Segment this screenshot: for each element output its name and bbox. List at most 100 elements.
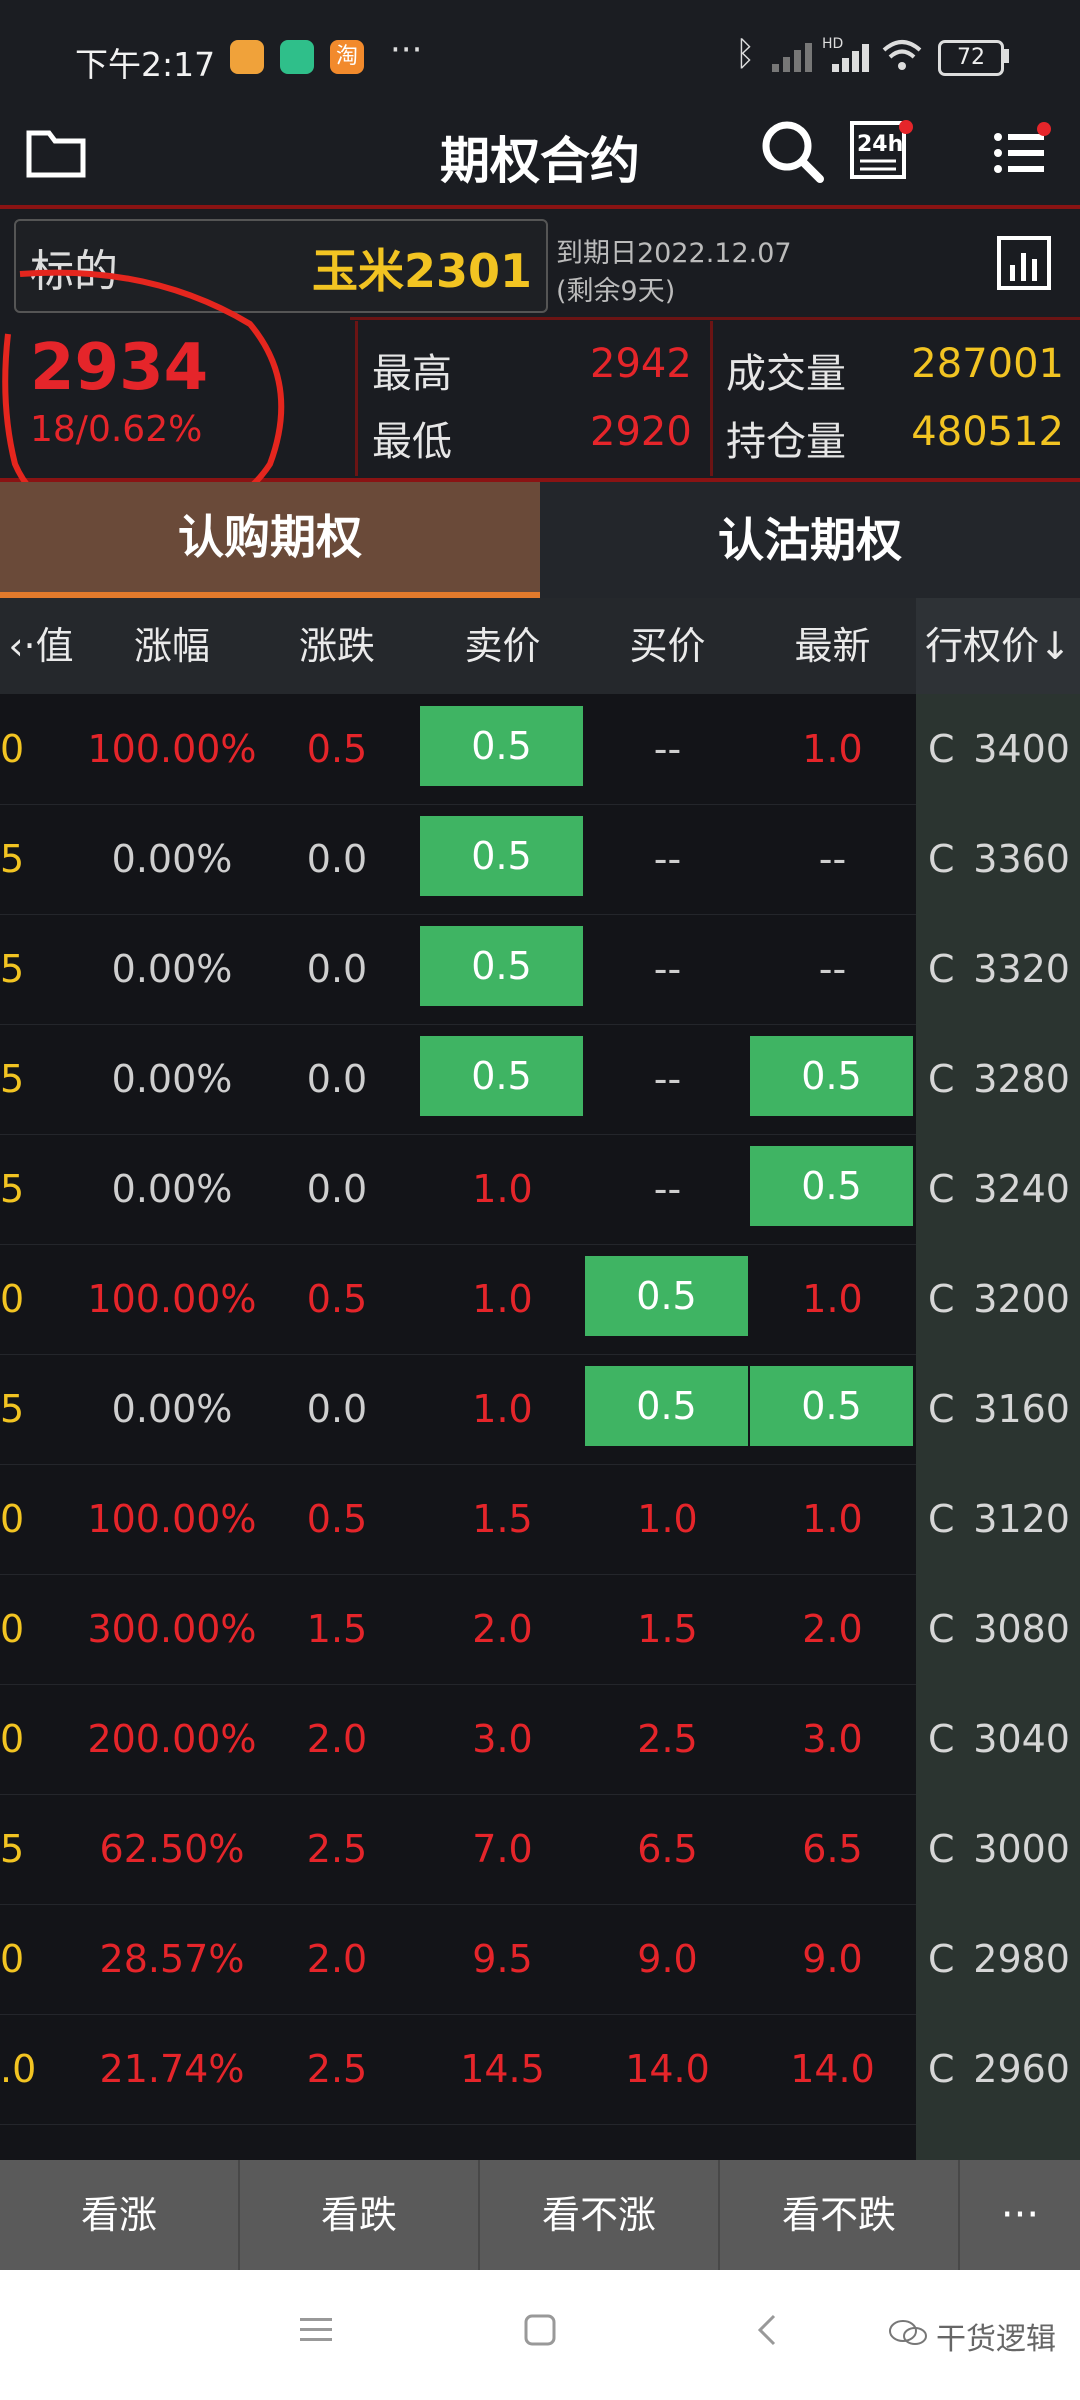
- bid-price-cell[interactable]: 0.5: [585, 1366, 748, 1446]
- bid-price-cell[interactable]: --: [585, 1134, 750, 1244]
- change-cell: 0.0: [306, 1387, 368, 1431]
- ask-price-cell[interactable]: 0.5: [420, 1036, 583, 1116]
- underlying-contract: 玉米2301: [311, 244, 532, 298]
- column-header-last[interactable]: 最新: [750, 598, 915, 694]
- last-price-cell[interactable]: 3.0: [750, 1684, 915, 1794]
- strike-price-cell[interactable]: C 3360: [916, 804, 1080, 914]
- ask-price-cell[interactable]: 0.5: [420, 926, 583, 1006]
- menu-list-icon[interactable]: [990, 121, 1054, 183]
- strike-price-cell[interactable]: C 3040: [916, 1684, 1080, 1794]
- column-header-bid[interactable]: 买价: [585, 598, 750, 694]
- search-icon[interactable]: [760, 119, 826, 185]
- table-row[interactable]: 5 0.00% 0.0 0.5 -- 0.5 C 3280: [0, 1024, 1080, 1135]
- strike-price-cell[interactable]: C 2980: [916, 1904, 1080, 2014]
- last-price-cell[interactable]: 6.5: [750, 1794, 915, 1904]
- not-rising-button[interactable]: 看不涨: [480, 2160, 720, 2270]
- strike-price-cell[interactable]: C 3000: [916, 1794, 1080, 1904]
- table-row[interactable]: 0 28.57% 2.0 9.5 9.0 9.0 C 2980: [0, 1904, 1080, 2015]
- last-price-cell[interactable]: --: [750, 914, 915, 1024]
- last-price-cell[interactable]: 2.0: [750, 1574, 915, 1684]
- strike-price-cell[interactable]: C 2960: [916, 2014, 1080, 2124]
- bid-price-cell[interactable]: 1.0: [585, 1464, 750, 1574]
- table-row[interactable]: .0 21.74% 2.5 14.5 14.0 14.0 C 2960: [0, 2014, 1080, 2125]
- column-header-change[interactable]: 涨跌: [262, 598, 412, 694]
- column-header-ask[interactable]: 卖价: [420, 598, 585, 694]
- column-header-value[interactable]: ‹·值: [0, 598, 82, 694]
- table-row[interactable]: 0 100.00% 0.5 1.5 1.0 1.0 C 3120: [0, 1464, 1080, 1575]
- strike-price-cell[interactable]: C 3240: [916, 1134, 1080, 1244]
- bid-price-cell[interactable]: --: [585, 694, 750, 804]
- strike-price-cell[interactable]: C 3160: [916, 1354, 1080, 1464]
- ask-price-cell[interactable]: 7.0: [420, 1794, 585, 1904]
- table-row[interactable]: 5 62.50% 2.5 7.0 6.5 6.5 C 3000: [0, 1794, 1080, 1905]
- more-icon[interactable]: ···: [960, 2160, 1080, 2270]
- back-icon[interactable]: [752, 2312, 782, 2348]
- tab-put-options[interactable]: 认沽期权: [540, 482, 1080, 598]
- watermark-text: 干货逻辑: [936, 2322, 1056, 2357]
- last-price-cell[interactable]: 9.0: [750, 1904, 915, 2014]
- last-price-cell[interactable]: 14.0: [750, 2014, 915, 2124]
- option-type-label: C: [928, 727, 955, 771]
- table-row[interactable]: 5 0.00% 0.0 1.0 0.5 0.5 C 3160: [0, 1354, 1080, 1465]
- shield-app-icon: [280, 40, 314, 74]
- bid-price-cell[interactable]: --: [585, 914, 750, 1024]
- table-row[interactable]: 0 100.00% 0.5 1.0 0.5 1.0 C 3200: [0, 1244, 1080, 1355]
- chart-icon[interactable]: [996, 235, 1052, 291]
- truncated-value-cell: 5: [0, 837, 25, 881]
- bid-price-cell[interactable]: --: [585, 804, 750, 914]
- strike-price-cell[interactable]: C 3080: [916, 1574, 1080, 1684]
- bid-price-cell[interactable]: 0.5: [585, 1256, 748, 1336]
- high-value: 2942: [590, 341, 692, 387]
- bullish-button[interactable]: 看涨: [0, 2160, 240, 2270]
- last-price-cell[interactable]: 1.0: [750, 1244, 915, 1354]
- strike-price-cell[interactable]: C 3280: [916, 1024, 1080, 1134]
- bid-price-cell[interactable]: --: [585, 1024, 750, 1134]
- strike-price-cell[interactable]: C 3400: [916, 694, 1080, 804]
- ask-price-cell[interactable]: 0.5: [420, 706, 583, 786]
- strike-price-cell[interactable]: C 3120: [916, 1464, 1080, 1574]
- news-24h-button[interactable]: 24h: [848, 117, 913, 191]
- table-row[interactable]: 5 0.00% 0.0 0.5 -- -- C 3320: [0, 914, 1080, 1025]
- ask-price-cell[interactable]: 0.5: [420, 816, 583, 896]
- column-header-change-pct[interactable]: 涨幅: [82, 598, 262, 694]
- ask-price-cell[interactable]: 1.0: [420, 1244, 585, 1354]
- last-price-cell[interactable]: --: [750, 804, 915, 914]
- home-icon[interactable]: [522, 2312, 558, 2348]
- last-price-cell[interactable]: 0.5: [750, 1366, 913, 1446]
- bid-price-cell[interactable]: 6.5: [585, 1794, 750, 1904]
- bid-price-cell[interactable]: 2.5: [585, 1684, 750, 1794]
- bluetooth-icon: ᛒ: [735, 34, 756, 74]
- strike-price: 3080: [973, 1607, 1070, 1651]
- bid-price-cell[interactable]: 14.0: [585, 2014, 750, 2124]
- svg-text:HD: HD: [822, 36, 843, 52]
- bid-price-cell[interactable]: 9.0: [585, 1904, 750, 2014]
- bid-price-cell[interactable]: 1.5: [585, 1574, 750, 1684]
- strike-price-cell[interactable]: C 3200: [916, 1244, 1080, 1354]
- tab-call-options[interactable]: 认购期权: [0, 482, 540, 598]
- ask-price-cell[interactable]: 1.0: [420, 1134, 585, 1244]
- ask-price-cell[interactable]: 1.5: [420, 1464, 585, 1574]
- ask-price-cell[interactable]: 3.0: [420, 1684, 585, 1794]
- table-row[interactable]: 5 0.00% 0.0 1.0 -- 0.5 C 3240: [0, 1134, 1080, 1245]
- table-row[interactable]: 0 300.00% 1.5 2.0 1.5 2.0 C 3080: [0, 1574, 1080, 1685]
- not-falling-button[interactable]: 看不跌: [720, 2160, 960, 2270]
- table-row[interactable]: 0 100.00% 0.5 0.5 -- 1.0 C 3400: [0, 694, 1080, 805]
- ask-price-cell[interactable]: 9.5: [420, 1904, 585, 2014]
- table-row[interactable]: 5 0.00% 0.0 0.5 -- -- C 3360: [0, 804, 1080, 915]
- change-cell: 0.0: [306, 1057, 368, 1101]
- option-type-label: C: [928, 1277, 955, 1321]
- truncated-value-cell: .0: [0, 2047, 37, 2091]
- column-header-strike[interactable]: 行权价↓: [916, 598, 1080, 694]
- ask-price-cell[interactable]: 14.5: [420, 2014, 585, 2124]
- last-price-cell[interactable]: 0.5: [750, 1146, 913, 1226]
- last-price-cell[interactable]: 1.0: [750, 1464, 915, 1574]
- ask-price-cell[interactable]: 1.0: [420, 1354, 585, 1464]
- ask-price-cell[interactable]: 2.0: [420, 1574, 585, 1684]
- change-cell: 0.5: [306, 727, 368, 771]
- last-price-cell[interactable]: 0.5: [750, 1036, 913, 1116]
- bearish-button[interactable]: 看跌: [240, 2160, 480, 2270]
- last-price-cell[interactable]: 1.0: [750, 694, 915, 804]
- table-row[interactable]: 0 200.00% 2.0 3.0 2.5 3.0 C 3040: [0, 1684, 1080, 1795]
- menu-icon[interactable]: [298, 2314, 334, 2346]
- strike-price-cell[interactable]: C 3320: [916, 914, 1080, 1024]
